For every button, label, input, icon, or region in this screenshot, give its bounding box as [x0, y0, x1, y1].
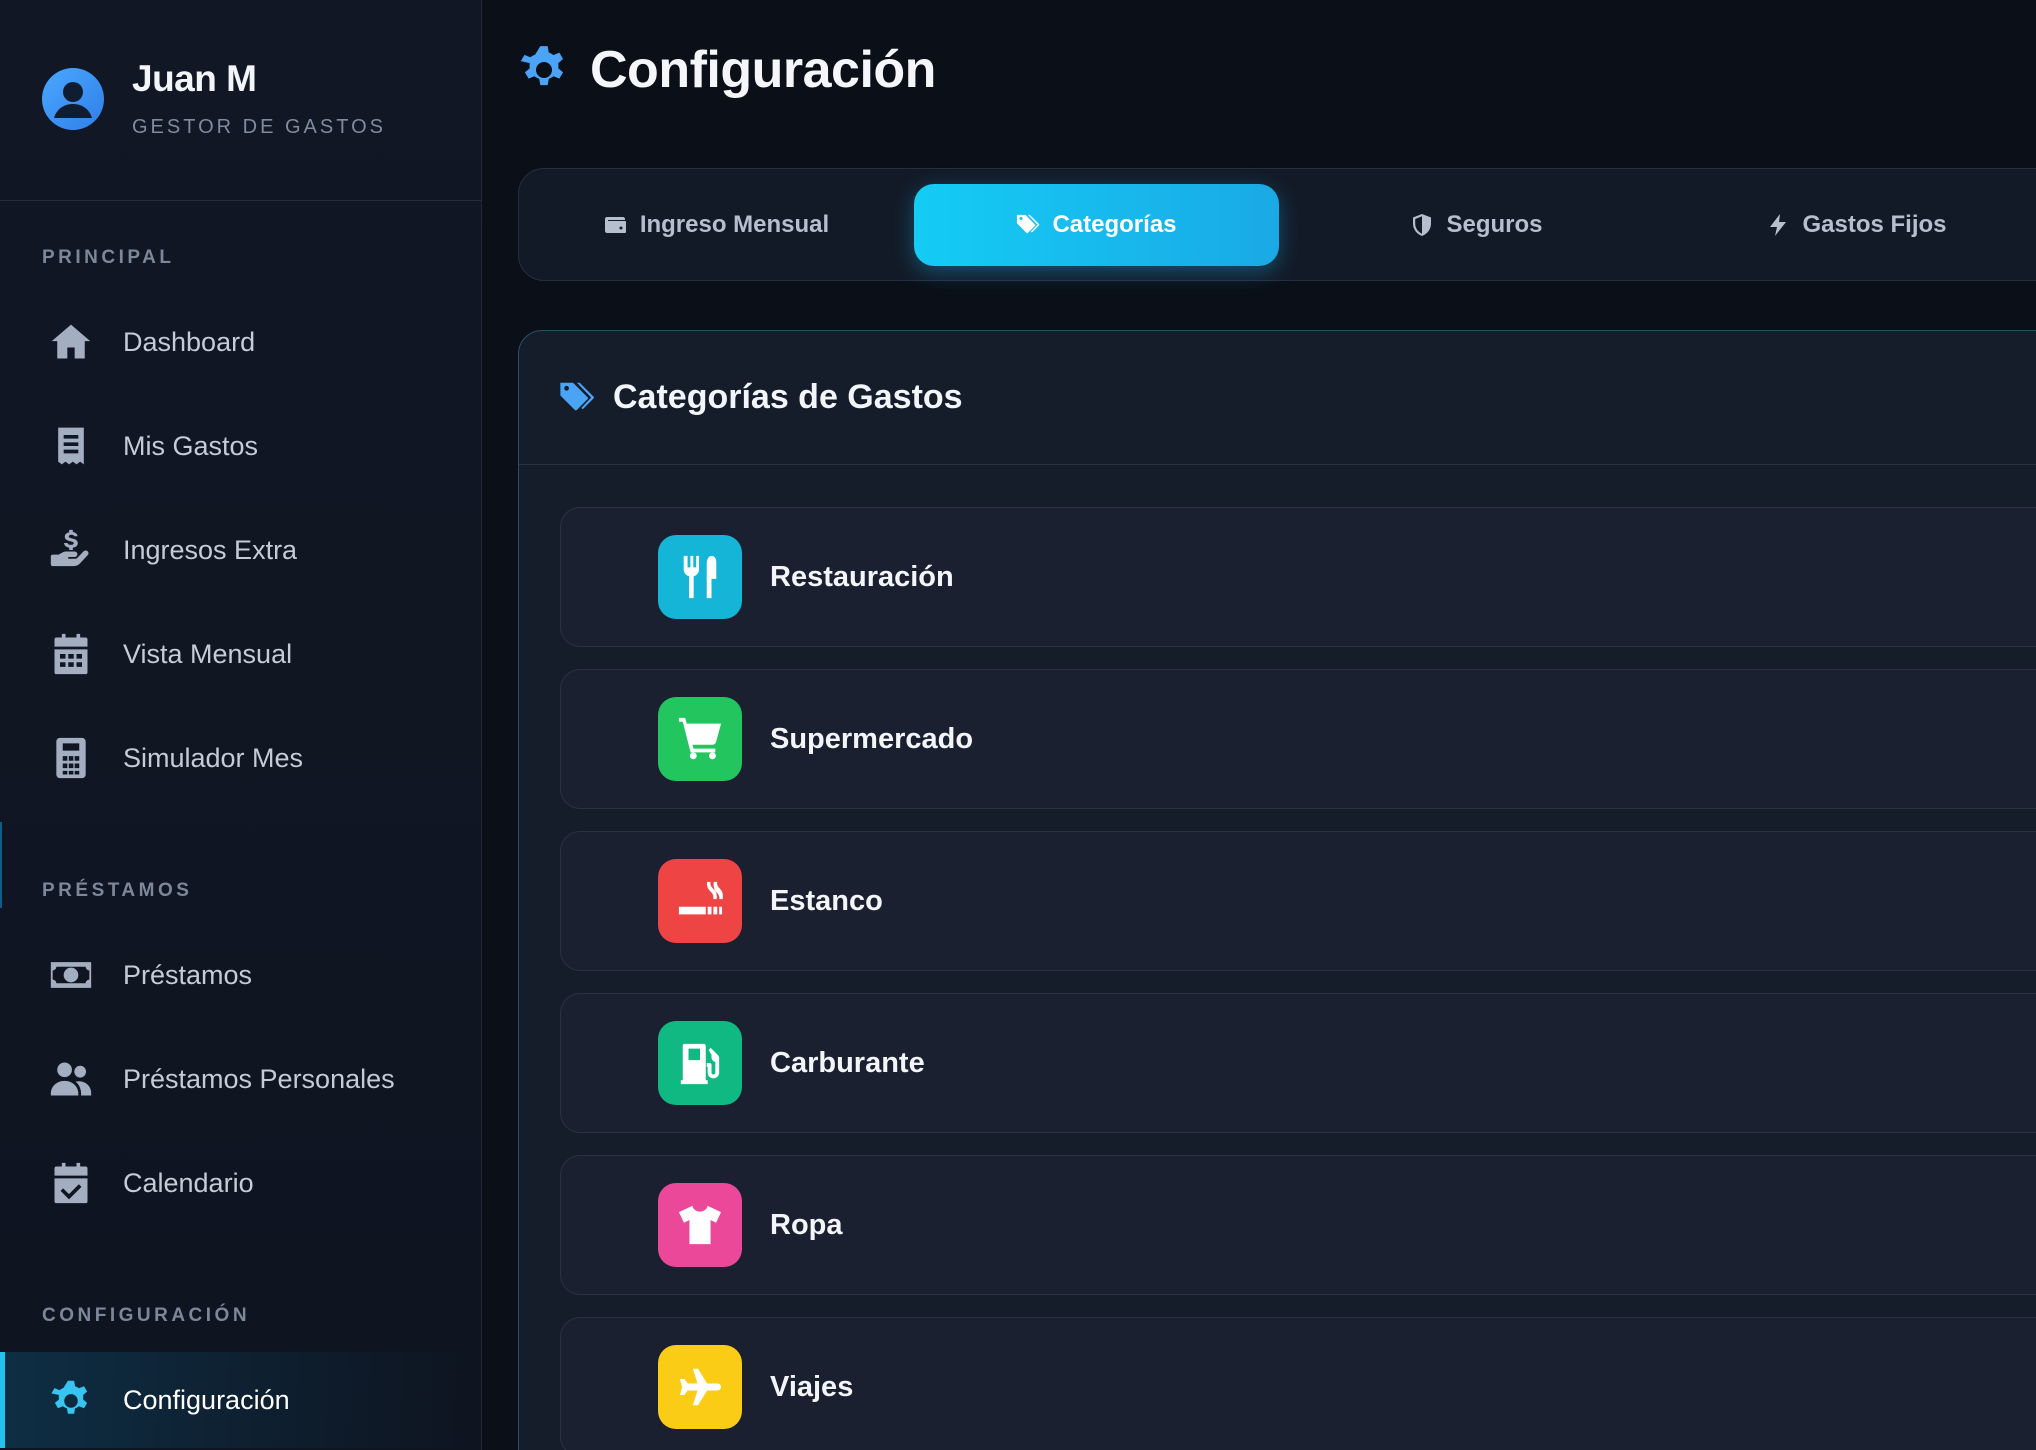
hand-dollar-icon	[46, 525, 96, 575]
smoking-icon	[658, 859, 742, 943]
receipt-icon	[46, 421, 96, 471]
category-label: Supermercado	[770, 722, 974, 755]
tags-icon	[1017, 214, 1040, 234]
category-label: Viajes	[770, 1370, 854, 1403]
sidebar-item-label: Simulador Mes	[123, 742, 304, 773]
profile-card: Juan M GESTOR DE GASTOS	[0, 0, 481, 201]
category-label: Restauración	[770, 560, 954, 593]
sidebar-item-prestamos-personales[interactable]: Préstamos Personales	[0, 1039, 481, 1119]
sidebar-item-mis-gastos[interactable]: Mis Gastos	[0, 406, 481, 486]
category-label: Carburante	[770, 1046, 925, 1079]
utensils-icon	[658, 535, 742, 619]
tags-icon	[560, 382, 594, 410]
tab-label: Ingreso Mensual	[639, 211, 830, 238]
category-label: Ropa	[770, 1208, 843, 1241]
tab-label: Categorías	[1052, 211, 1177, 238]
sidebar-item-ingresos-extra[interactable]: Ingresos Extra	[0, 510, 481, 590]
sidebar: Juan M GESTOR DE GASTOS PRINCIPAL Dashbo…	[0, 0, 482, 1450]
shirt-icon	[658, 1183, 742, 1267]
profile-name: Juan M	[132, 58, 257, 99]
sidebar-item-label: Dashboard	[123, 326, 256, 357]
tab-label: Gastos Fijos	[1802, 211, 1947, 238]
categories-panel: Categorías de Gastos Restauración Superm…	[518, 330, 2036, 1450]
calculator-icon	[46, 733, 96, 783]
sidebar-item-calendario[interactable]: Calendario	[0, 1143, 481, 1223]
category-row-ropa[interactable]: Ropa	[560, 1155, 2036, 1295]
page-title: Configuración	[590, 41, 936, 99]
sidebar-item-label: Configuración	[123, 1384, 290, 1415]
bolt-icon	[1770, 214, 1787, 236]
panel-header: Categorías de Gastos	[519, 331, 2036, 465]
category-row-carburante[interactable]: Carburante	[560, 993, 2036, 1133]
settings-tabs: Ingreso Mensual Categorías Seguros Gasto…	[518, 168, 2036, 281]
main-content: Configuración Ingreso Mensual Categorías…	[483, 0, 2036, 1450]
tab-gastos-fijos[interactable]: Gastos Fijos	[1674, 184, 2036, 266]
home-icon	[46, 317, 96, 367]
plane-icon	[658, 1345, 742, 1429]
profile-role: GESTOR DE GASTOS	[132, 116, 386, 138]
money-bill-icon	[46, 950, 96, 1000]
users-icon	[46, 1054, 96, 1104]
sidebar-item-simulador-mes[interactable]: Simulador Mes	[0, 718, 481, 798]
category-label: Estanco	[770, 884, 883, 917]
sidebar-item-vista-mensual[interactable]: Vista Mensual	[0, 614, 481, 694]
sidebar-item-label: Vista Mensual	[123, 638, 293, 669]
sidebar-item-dashboard[interactable]: Dashboard	[0, 302, 481, 382]
wallet-icon	[604, 217, 626, 233]
tab-categorias[interactable]: Categorías	[914, 184, 1279, 266]
section-title-prestamos: PRÉSTAMOS	[42, 880, 193, 901]
cart-icon	[658, 697, 742, 781]
sidebar-item-label: Préstamos	[123, 959, 253, 990]
gear-icon	[46, 1375, 96, 1425]
tab-label: Seguros	[1446, 211, 1543, 238]
sidebar-item-label: Calendario	[123, 1167, 254, 1198]
gas-pump-icon	[658, 1021, 742, 1105]
sidebar-item-configuracion[interactable]: Configuración	[0, 1352, 481, 1448]
sidebar-item-prestamos[interactable]: Préstamos	[0, 935, 481, 1015]
tab-seguros[interactable]: Seguros	[1294, 184, 1659, 266]
gear-icon	[518, 44, 570, 96]
category-row-estanco[interactable]: Estanco	[560, 831, 2036, 971]
section-title-configuracion: CONFIGURACIÓN	[42, 1305, 251, 1326]
tab-ingreso-mensual[interactable]: Ingreso Mensual	[534, 184, 899, 266]
category-row-supermercado[interactable]: Supermercado	[560, 669, 2036, 809]
section-title-principal: PRINCIPAL	[42, 247, 175, 268]
category-row-viajes[interactable]: Viajes	[560, 1317, 2036, 1450]
panel-title: Categorías de Gastos	[613, 378, 963, 416]
user-avatar-icon[interactable]	[42, 68, 104, 130]
sidebar-item-label: Mis Gastos	[123, 430, 259, 461]
calendar-grid-icon	[46, 629, 96, 679]
category-row-restauracion[interactable]: Restauración	[560, 507, 2036, 647]
sidebar-item-label: Ingresos Extra	[123, 534, 298, 565]
sidebar-scroll-indicator	[0, 822, 2, 908]
page-header: Configuración	[518, 40, 936, 100]
shield-icon	[1413, 214, 1432, 236]
calendar-check-icon	[46, 1158, 96, 1208]
sidebar-item-label: Préstamos Personales	[123, 1063, 395, 1094]
